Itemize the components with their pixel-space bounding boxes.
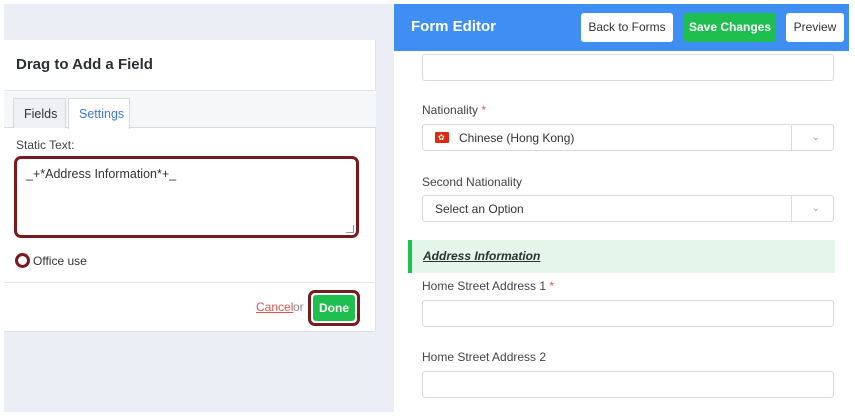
nationality-value: Chinese (Hong Kong) (459, 131, 575, 145)
office-use-checkbox[interactable] (15, 253, 30, 268)
hong-kong-flag-icon: ✿ (435, 132, 449, 143)
form-editor: Form Editor Back to Forms Save Changes P… (394, 4, 849, 412)
chevron-down-icon[interactable]: ⌄ (812, 203, 820, 214)
home-street-2-input[interactable] (422, 371, 834, 398)
done-button-highlight: Done (308, 290, 360, 326)
static-text-label: Static Text: (16, 138, 75, 152)
home-street-2-label: Home Street Address 2 (422, 350, 547, 364)
tab-fields[interactable]: Fields (13, 98, 66, 128)
nationality-select[interactable]: ✿ Chinese (Hong Kong) ⌄ (422, 124, 834, 151)
done-button[interactable]: Done (313, 295, 355, 321)
office-use-label: Office use (33, 254, 87, 268)
preview-button[interactable]: Preview (786, 13, 844, 42)
home-street-1-input[interactable] (422, 300, 834, 327)
chevron-down-icon[interactable]: ⌄ (812, 132, 820, 143)
resize-handle-icon[interactable] (346, 225, 354, 233)
second-nationality-value: Select an Option (435, 202, 524, 216)
field-settings-panel: Drag to Add a Field Fields Settings Stat… (4, 40, 376, 332)
address-section-band[interactable]: Address Information (408, 240, 835, 273)
required-mark: * (481, 103, 487, 117)
select-divider (791, 196, 792, 221)
nationality-label: Nationality * (422, 103, 486, 117)
cancel-link[interactable]: Cancel (256, 300, 293, 314)
back-to-forms-button[interactable]: Back to Forms (581, 13, 673, 42)
second-nationality-select[interactable]: Select an Option ⌄ (422, 195, 834, 222)
static-text-value: _+*Address Information*+_ (26, 167, 177, 181)
screenshot-frame: Drag to Add a Field Fields Settings Stat… (0, 0, 855, 416)
nationality-label-text: Nationality (422, 103, 479, 117)
previous-field-input[interactable] (422, 54, 834, 81)
static-text-textarea[interactable]: _+*Address Information*+_ (14, 156, 359, 238)
or-text: or (293, 300, 304, 314)
panel-title: Drag to Add a Field (16, 56, 153, 73)
home-street-1-label-text: Home Street Address 1 (422, 279, 547, 293)
footer-divider (4, 282, 376, 283)
form-editor-header: Form Editor Back to Forms Save Changes P… (394, 4, 849, 51)
required-mark: * (549, 279, 555, 293)
save-changes-button[interactable]: Save Changes (684, 13, 776, 42)
form-editor-title: Form Editor (411, 18, 496, 35)
select-divider (791, 125, 792, 150)
address-section-heading: Address Information (423, 249, 541, 263)
second-nationality-label: Second Nationality (422, 175, 523, 189)
tab-settings[interactable]: Settings (68, 98, 130, 129)
home-street-1-label: Home Street Address 1 * (422, 279, 554, 293)
